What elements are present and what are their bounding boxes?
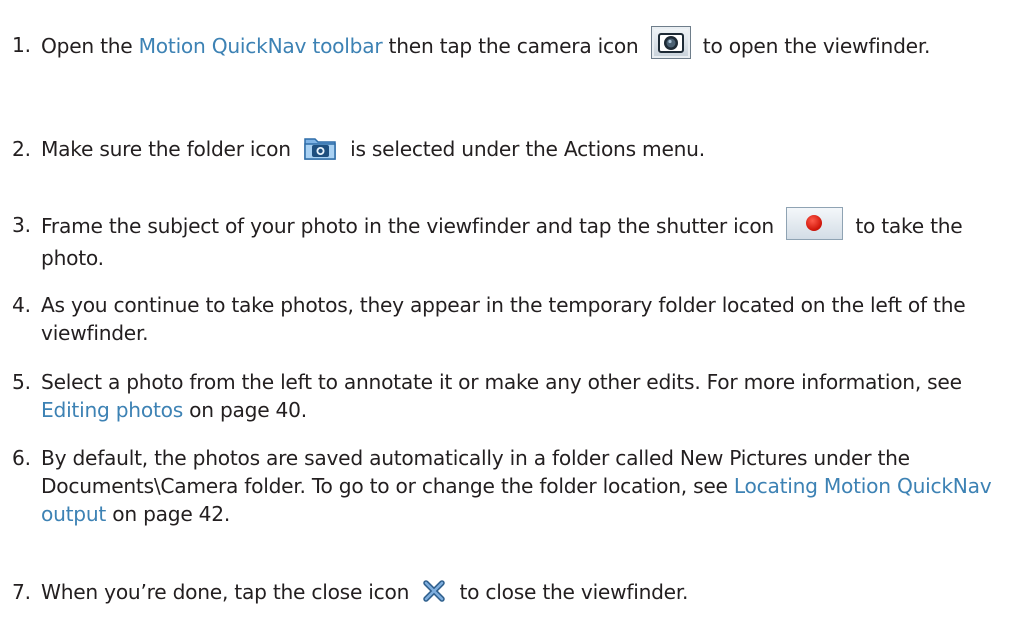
close-icon: [421, 579, 447, 603]
step-5: 5. Select a photo from the left to annot…: [12, 368, 1012, 424]
step-text: Open the Motion QuickNav toolbar then ta…: [41, 26, 1012, 64]
step-number: 3.: [12, 213, 31, 237]
step-text: Select a photo from the left to annotate…: [41, 368, 1012, 424]
step-3: 3. Frame the subject of your photo in th…: [12, 207, 1012, 272]
step-text-after: on page 42.: [106, 502, 231, 526]
step-6: 6. By default, the photos are saved auto…: [12, 444, 1012, 528]
step-7: 7. When you’re done, tap the close icon …: [12, 578, 1012, 606]
step-text-before: Frame the subject of your photo in the v…: [41, 214, 781, 238]
step-text: Frame the subject of your photo in the v…: [41, 207, 1012, 272]
step-4: 4. As you continue to take photos, they …: [12, 291, 1012, 347]
step-text: By default, the photos are saved automat…: [41, 444, 1012, 528]
camera-icon: [650, 26, 691, 59]
step-2: 2. Make sure the folder icon is selected…: [12, 135, 1012, 165]
step-text-after: on page 40.: [182, 398, 307, 422]
step-text-before: Select a photo from the left to annotate…: [41, 370, 962, 394]
step-1: 1. Open the Motion QuickNav toolbar then…: [12, 26, 1012, 64]
step-number: 7.: [12, 580, 31, 604]
shutter-record-icon: [786, 207, 844, 240]
step-text-after: to open the viewfinder.: [696, 34, 931, 58]
step-text-before: When you’re done, tap the close icon: [41, 580, 416, 604]
motion-quicknav-toolbar-link[interactable]: Motion QuickNav toolbar: [139, 34, 383, 58]
step-number: 5.: [12, 370, 31, 394]
step-text: When you’re done, tap the close icon to …: [41, 578, 1012, 606]
step-text-after: to close the viewfinder.: [453, 580, 689, 604]
step-text-after: is selected under the Actions menu.: [343, 137, 705, 161]
folder-camera-icon: [303, 134, 338, 162]
step-text-before: Make sure the folder icon: [41, 137, 297, 161]
step-number: 6.: [12, 446, 31, 470]
editing-photos-link[interactable]: Editing photos: [41, 398, 183, 422]
step-number: 4.: [12, 293, 31, 317]
step-text: Make sure the folder icon is selected un…: [41, 135, 1012, 165]
step-number: 2.: [12, 137, 31, 161]
step-number: 1.: [12, 33, 31, 57]
step-text-mid: then tap the camera icon: [382, 34, 645, 58]
step-text: As you continue to take photos, they app…: [41, 293, 966, 345]
step-text-before: Open the: [41, 34, 139, 58]
